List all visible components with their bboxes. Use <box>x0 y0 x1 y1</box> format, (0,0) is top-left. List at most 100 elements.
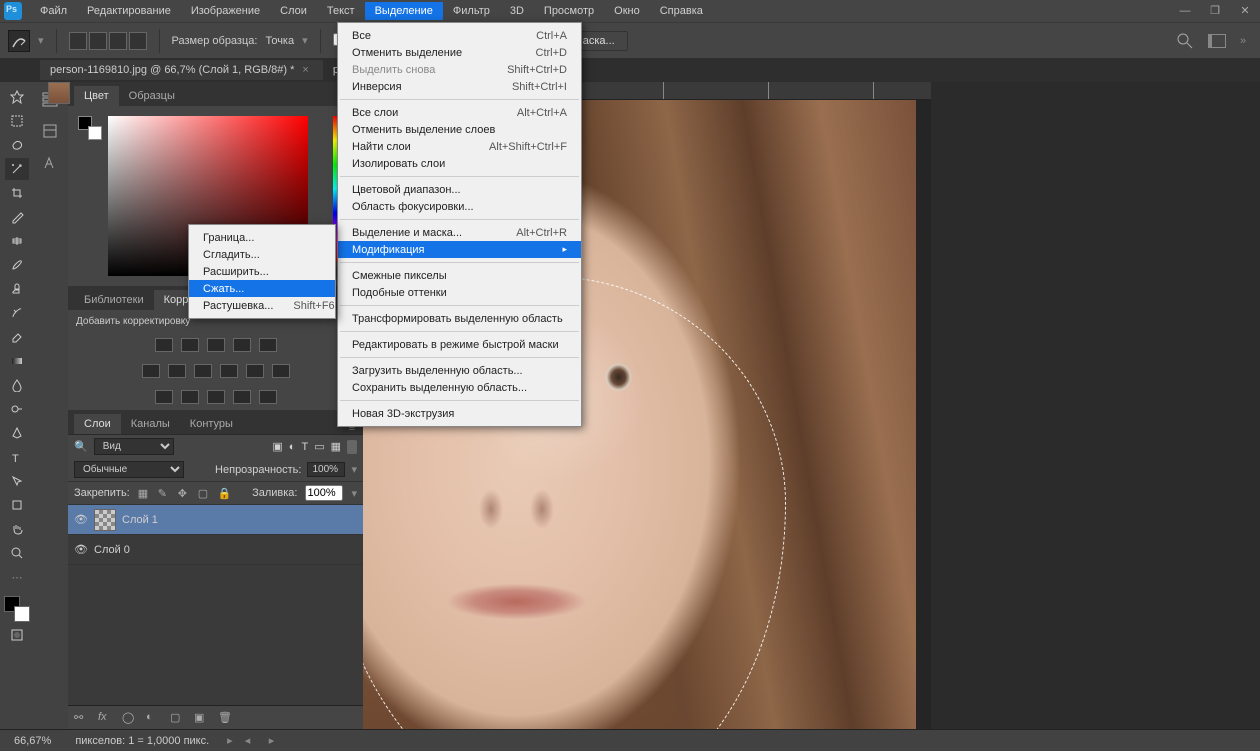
heal-tool-icon[interactable] <box>5 230 29 252</box>
scroll-left-icon[interactable]: ◂ <box>245 734 257 747</box>
edit-toolbar-icon[interactable]: ⋯ <box>5 566 29 588</box>
history-brush-tool-icon[interactable] <box>5 302 29 324</box>
menu-item[interactable]: Загрузить выделенную область... <box>338 362 581 379</box>
menu-item[interactable]: Трансформировать выделенную область <box>338 310 581 327</box>
magic-wand-tool-icon[interactable] <box>5 158 29 180</box>
adj-exposure-icon[interactable] <box>233 338 251 352</box>
new-layer-icon[interactable]: ▣ <box>194 711 208 725</box>
scroll-right-icon[interactable]: ▸ <box>269 734 281 747</box>
menu-справка[interactable]: Справка <box>650 2 713 20</box>
menu-окно[interactable]: Окно <box>604 2 650 20</box>
lock-pixels-icon[interactable]: ✎ <box>158 487 170 499</box>
tab-channels[interactable]: Каналы <box>121 414 180 434</box>
mask-icon[interactable]: ◯ <box>122 711 136 725</box>
adj-photo-icon[interactable] <box>194 364 212 378</box>
eraser-tool-icon[interactable] <box>5 326 29 348</box>
current-tool-icon[interactable] <box>8 30 30 52</box>
crop-tool-icon[interactable] <box>5 182 29 204</box>
fill-input[interactable] <box>305 485 343 501</box>
color-swatches[interactable] <box>4 596 30 622</box>
tab-color[interactable]: Цвет <box>74 86 119 106</box>
type-tool-icon[interactable]: T <box>5 446 29 468</box>
path-select-tool-icon[interactable] <box>5 470 29 492</box>
sel-intersect-icon[interactable] <box>129 32 147 50</box>
menu-item[interactable]: Редактировать в режиме быстрой маски <box>338 336 581 353</box>
lasso-tool-icon[interactable] <box>5 134 29 156</box>
layer-row[interactable]: 👁Слой 1 <box>68 505 363 535</box>
filter-type-icon[interactable]: T <box>301 441 308 453</box>
restore-button[interactable]: ❐ <box>1200 0 1230 22</box>
adj-lut-icon[interactable] <box>246 364 264 378</box>
hand-tool-icon[interactable] <box>5 518 29 540</box>
menu-item[interactable]: Изолировать слои <box>338 155 581 172</box>
adj-brightness-icon[interactable] <box>155 338 173 352</box>
filter-pixel-icon[interactable]: ▣ <box>272 440 282 453</box>
adj-bw-icon[interactable] <box>168 364 186 378</box>
menu-item[interactable]: Смежные пикселы <box>338 267 581 284</box>
search-icon[interactable] <box>1176 32 1194 50</box>
submenu-item[interactable]: Сжать... <box>189 280 335 297</box>
trash-icon[interactable]: 🗑 <box>218 711 232 725</box>
blur-tool-icon[interactable] <box>5 374 29 396</box>
filter-toggle-icon[interactable] <box>347 440 357 454</box>
brush-tool-icon[interactable] <box>5 254 29 276</box>
submenu-item[interactable]: Растушевка...Shift+F6 <box>189 297 335 314</box>
menu-item[interactable]: Отменить выделениеCtrl+D <box>338 44 581 61</box>
menu-item[interactable]: Все слоиAlt+Ctrl+A <box>338 104 581 121</box>
eyedropper-tool-icon[interactable] <box>5 206 29 228</box>
workspace-icon[interactable] <box>1208 34 1226 48</box>
menu-просмотр[interactable]: Просмотр <box>534 2 604 20</box>
tab-paths[interactable]: Контуры <box>180 414 243 434</box>
group-icon[interactable]: ▢ <box>170 711 184 725</box>
close-tab-icon[interactable]: × <box>302 64 308 76</box>
adjustment-icon[interactable]: ◐ <box>146 711 160 725</box>
filter-smart-icon[interactable]: ▦ <box>331 440 341 453</box>
menu-item[interactable]: Выделение и маска...Alt+Ctrl+R <box>338 224 581 241</box>
visibility-icon[interactable]: 👁 <box>74 543 88 556</box>
zoom-level[interactable]: 66,67% <box>8 735 57 747</box>
shape-tool-icon[interactable] <box>5 494 29 516</box>
menu-фильтр[interactable]: Фильтр <box>443 2 500 20</box>
menu-изображение[interactable]: Изображение <box>181 2 270 20</box>
lock-all-icon[interactable]: 🔒 <box>218 487 230 499</box>
menu-item[interactable]: Подобные оттенки <box>338 284 581 301</box>
menu-item[interactable]: Найти слоиAlt+Shift+Ctrl+F <box>338 138 581 155</box>
opacity-input[interactable] <box>307 462 345 477</box>
adj-poster-icon[interactable] <box>181 390 199 404</box>
quick-mask-icon[interactable] <box>5 624 29 646</box>
tab-libraries[interactable]: Библиотеки <box>74 290 154 310</box>
layer-filter-select[interactable]: Вид <box>94 438 174 455</box>
filter-shape-icon[interactable]: ▭ <box>314 440 324 453</box>
character-panel-icon[interactable] <box>41 154 61 174</box>
menu-item[interactable]: Выделить сноваShift+Ctrl+D <box>338 61 581 78</box>
sample-size-value[interactable]: Точка <box>265 35 294 47</box>
adj-select-icon[interactable] <box>259 390 277 404</box>
submenu-item[interactable]: Сгладить... <box>189 246 335 263</box>
adj-levels-icon[interactable] <box>181 338 199 352</box>
search-icon[interactable]: 🔍 <box>74 440 88 453</box>
layer-thumbnail[interactable] <box>94 509 116 531</box>
link-icon[interactable]: ⚯ <box>74 711 88 725</box>
lock-trans-icon[interactable]: ▦ <box>138 487 150 499</box>
submenu-item[interactable]: Расширить... <box>189 263 335 280</box>
tab-layers[interactable]: Слои <box>74 414 121 434</box>
filter-adjust-icon[interactable]: ◐ <box>289 441 296 453</box>
gradient-tool-icon[interactable] <box>5 350 29 372</box>
adj-vibrance-icon[interactable] <box>259 338 277 352</box>
lock-nest-icon[interactable]: ▢ <box>198 487 210 499</box>
stamp-tool-icon[interactable] <box>5 278 29 300</box>
menu-item[interactable]: Цветовой диапазон... <box>338 181 581 198</box>
sel-add-icon[interactable] <box>89 32 107 50</box>
minimize-button[interactable]: — <box>1170 0 1200 22</box>
menu-3d[interactable]: 3D <box>500 2 534 20</box>
menu-item[interactable]: ВсеCtrl+A <box>338 27 581 44</box>
doc-info[interactable]: пикселов: 1 = 1,0000 пикс. <box>69 735 215 747</box>
menu-файл[interactable]: Файл <box>30 2 77 20</box>
menu-item[interactable]: ИнверсияShift+Ctrl+I <box>338 78 581 95</box>
document-tab[interactable]: person-1169810.jpg @ 66,7% (Слой 1, RGB/… <box>40 60 323 80</box>
sel-subtract-icon[interactable] <box>109 32 127 50</box>
adj-invert-icon[interactable] <box>155 390 173 404</box>
color-swatch[interactable] <box>78 116 96 134</box>
move-tool-icon[interactable] <box>5 86 29 108</box>
adj-mixer-icon[interactable] <box>220 364 238 378</box>
